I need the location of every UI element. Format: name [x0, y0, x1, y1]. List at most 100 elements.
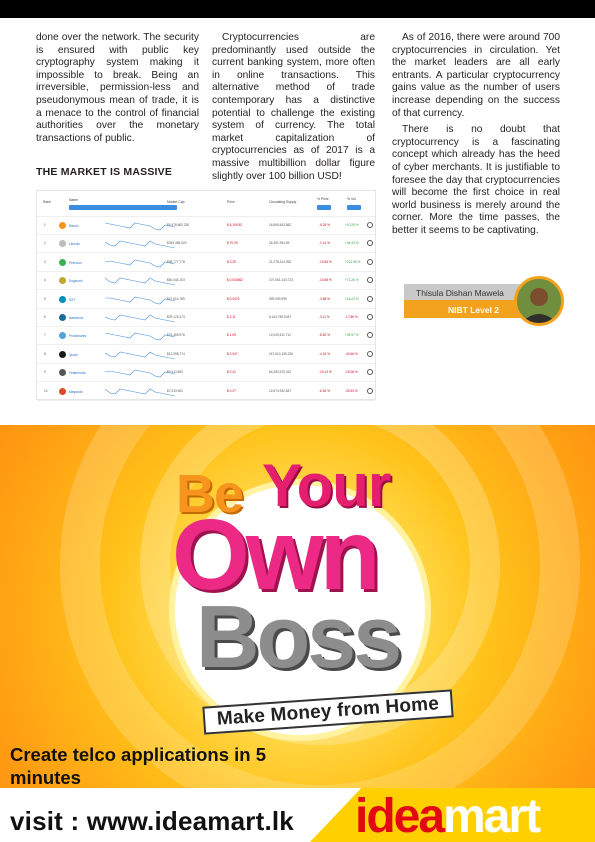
- header-supply: Circulating Supply: [269, 200, 297, 204]
- coin-name[interactable]: NXT: [69, 298, 75, 302]
- header-change: % Price: [317, 197, 329, 201]
- add-watchlist-icon[interactable]: [367, 277, 373, 284]
- author-level: NIBT Level 2: [448, 305, 500, 315]
- coin-icon: [59, 350, 66, 358]
- header-rank: Rank: [43, 200, 51, 204]
- price-cell: $ 0.047: [227, 351, 238, 356]
- volume-cell: -15.08 %: [345, 370, 358, 375]
- add-watchlist-icon[interactable]: [367, 258, 373, 265]
- sort-button[interactable]: [347, 205, 361, 210]
- price-cell: $ 3.29: [227, 259, 236, 264]
- article-column-2: Cryptocurrencies are predominantly used …: [212, 32, 375, 187]
- visit-url[interactable]: visit : www.ideamart.lk: [10, 806, 294, 837]
- rank-cell: 3: [44, 259, 46, 264]
- supply-cell: 999,999,999: [269, 296, 287, 301]
- coin-name[interactable]: Bitcoin: [69, 224, 79, 228]
- ad-footer: visit : www.ideamart.lk ideamart: [0, 788, 595, 842]
- header-volume: % Vol: [347, 197, 356, 201]
- ideamart-logo: ideamart: [355, 790, 541, 842]
- add-watchlist-icon[interactable]: [367, 222, 373, 228]
- price-cell: $ 0.000562: [227, 278, 243, 283]
- sort-button[interactable]: [317, 205, 331, 210]
- change-cell: -15.13 %: [319, 370, 332, 375]
- change-cell: -4.15 %: [319, 351, 330, 356]
- table-row: 6 Namecoin $29,176,473 $ 2.11 8,144,759,9447…: [37, 309, 375, 327]
- rank-cell: 1: [44, 223, 46, 227]
- add-watchlist-icon[interactable]: [367, 369, 373, 376]
- price-cell: $ 0.41: [227, 370, 236, 375]
- add-watchlist-icon[interactable]: [367, 295, 373, 302]
- supply-cell: 16,565,643,862: [269, 223, 292, 227]
- supply-cell: 247,610,159,226: [269, 351, 293, 356]
- volume-cell: +44.43 %: [345, 241, 359, 246]
- sparkline: [105, 388, 175, 396]
- table-row: 7 Protoshares $24,469,976 $ 1.09 12,049,411,…: [37, 327, 375, 346]
- table-row: 3 Peercoin $68,777,778 $ 3.29 21,278,314,992…: [37, 254, 375, 272]
- sparkline: [105, 369, 175, 378]
- coin-name[interactable]: Feathercoin: [69, 371, 86, 375]
- price-cell: $ 2.11: [227, 315, 236, 319]
- supply-cell: 107,551,143,723: [269, 278, 293, 283]
- sparkline: [105, 351, 175, 360]
- coin-name[interactable]: Dogecoin: [69, 279, 82, 283]
- header-price: Price: [227, 200, 235, 204]
- table-row: 8 Quark $12,598,774 $ 0.047 247,610,159,226-…: [37, 346, 375, 364]
- coin-name[interactable]: Megacoin: [69, 390, 83, 394]
- table-row: 5 NXT $47,614,789 $ 0.0476 999,999,999 -3.68 …: [37, 291, 375, 309]
- sparkline: [105, 277, 175, 286]
- change-cell: -10.58 %: [319, 278, 332, 283]
- author-photo: [514, 276, 564, 326]
- sparkline: [105, 314, 175, 323]
- author-credit: Thisula Dishan Mawela NIBT Level 2: [404, 276, 566, 326]
- coin-icon: [59, 277, 66, 285]
- supply-cell: 21,278,314,992: [269, 259, 292, 264]
- coin-name[interactable]: Protoshares: [69, 334, 86, 338]
- supply-cell: 12,049,411,712: [269, 333, 291, 338]
- change-cell: -1.41 %: [319, 241, 330, 246]
- headline-boss: Boss: [196, 587, 402, 686]
- paragraph: Cryptocurrencies are predominantly used …: [212, 32, 375, 182]
- paragraph: There is no doubt that cryptocurrency is…: [392, 124, 560, 236]
- volume-cell: -35.93 %: [345, 388, 358, 393]
- price-cell: $ 1.09: [227, 333, 236, 338]
- volume-cell: -40.66 %: [345, 351, 358, 356]
- add-watchlist-icon[interactable]: [367, 314, 373, 320]
- table-row: 1 Bitcoin $6,478,662,330 $ 6,105.92 16,565,6…: [37, 217, 375, 235]
- change-cell: -8.82 %: [319, 333, 330, 338]
- coin-icon: [59, 332, 66, 340]
- change-cell: -6.54 %: [319, 388, 330, 393]
- range-selector[interactable]: [69, 205, 177, 210]
- coin-icon: [59, 258, 66, 266]
- coin-name[interactable]: Namecoin: [69, 316, 83, 320]
- price-cell: $ 6,105.92: [227, 223, 243, 227]
- table-row: 10 Megacoin $7,243,902 $ 0.27 22,574,932,657…: [37, 383, 375, 401]
- article-column-1: done over the network. The security is e…: [36, 32, 199, 149]
- price-cell: $ 0.0476: [227, 296, 240, 301]
- rank-cell: 4: [44, 278, 46, 283]
- top-black-bar: [0, 0, 595, 18]
- supply-cell: 26,491,394.59: [269, 241, 290, 246]
- change-cell: -3.68 %: [319, 296, 330, 301]
- coin-icon: [59, 295, 66, 303]
- add-watchlist-icon[interactable]: [367, 240, 373, 247]
- add-watchlist-icon[interactable]: [367, 387, 373, 394]
- coin-icon: [59, 387, 66, 395]
- price-cell: $ 0.27: [227, 388, 236, 393]
- paragraph: As of 2016, there were around 700 crypto…: [392, 32, 560, 119]
- coin-name[interactable]: Quark: [69, 353, 78, 357]
- add-watchlist-icon[interactable]: [367, 350, 373, 357]
- portrait-icon: [517, 279, 561, 323]
- volume-cell: +16.22 %: [345, 296, 359, 301]
- supply-cell: 8,144,759,9447: [269, 315, 292, 319]
- rank-cell: 9: [44, 370, 46, 375]
- supply-cell: 64,282,679,312: [269, 370, 292, 375]
- volume-cell: +221.96 %: [345, 259, 361, 264]
- coin-name[interactable]: Litecoin: [69, 242, 80, 246]
- header-name: Name: [69, 198, 79, 202]
- change-cell: -10.65 %: [319, 259, 332, 264]
- coin-name[interactable]: Peercoin: [69, 261, 82, 265]
- paragraph: done over the network. The security is e…: [36, 32, 199, 144]
- volume-cell: +71.26 %: [345, 278, 359, 283]
- supply-cell: 22,574,932,657: [269, 388, 292, 393]
- add-watchlist-icon[interactable]: [367, 332, 373, 339]
